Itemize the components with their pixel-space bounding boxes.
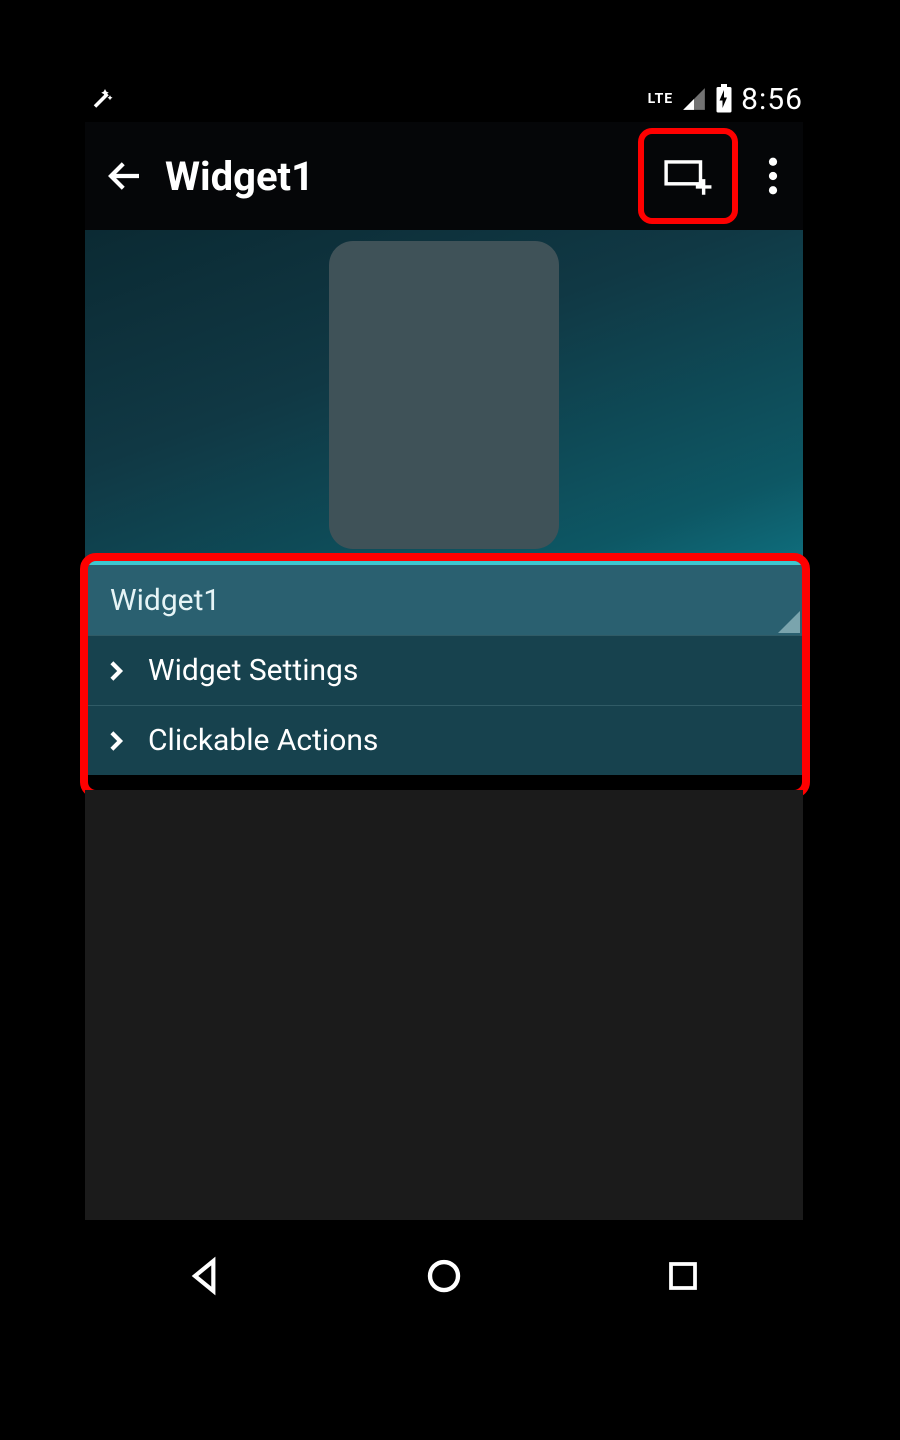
- row-widget-settings[interactable]: Widget Settings: [88, 635, 802, 705]
- row-clickable-actions[interactable]: Clickable Actions: [88, 705, 802, 775]
- page-title: Widget1: [165, 153, 314, 200]
- battery-charging-icon: [715, 84, 733, 114]
- dropdown-selected-label: Widget1: [110, 583, 220, 618]
- back-button[interactable]: [85, 122, 165, 230]
- chevron-right-icon: [102, 660, 130, 682]
- nav-back-button[interactable]: [165, 1246, 245, 1306]
- row-label: Widget Settings: [148, 653, 358, 688]
- navigation-bar: [85, 1232, 803, 1320]
- dropdown-indicator-icon: [778, 611, 800, 633]
- wand-icon: [85, 84, 115, 114]
- widget-preview-area: [85, 230, 803, 560]
- nav-home-button[interactable]: [404, 1246, 484, 1306]
- add-widget-button[interactable]: [663, 156, 713, 196]
- empty-area: [85, 790, 803, 1220]
- nav-recent-button[interactable]: [643, 1246, 723, 1306]
- clock: 8:56: [741, 82, 803, 117]
- status-bar: LTE 8:56: [85, 78, 803, 120]
- network-label: LTE: [648, 91, 674, 107]
- widget-selector-dropdown[interactable]: Widget1: [88, 561, 802, 635]
- app-bar: Widget1: [85, 122, 803, 230]
- highlight-add-widget: [638, 128, 738, 224]
- row-label: Clickable Actions: [148, 723, 378, 758]
- chevron-right-icon: [102, 730, 130, 752]
- overflow-menu-button[interactable]: [743, 122, 803, 230]
- signal-icon: [681, 86, 707, 112]
- widget-preview-card: [329, 241, 559, 549]
